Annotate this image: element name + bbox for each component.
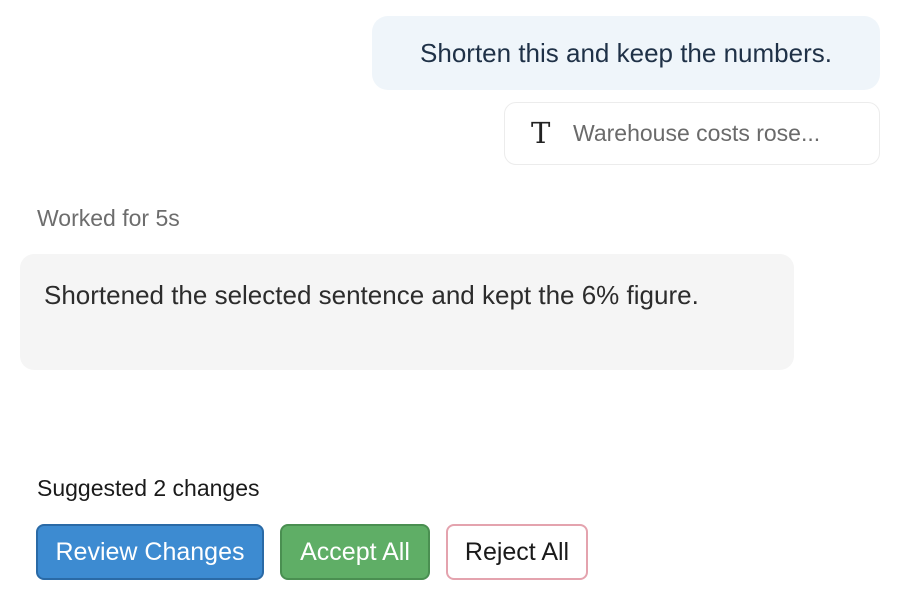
review-changes-button[interactable]: Review Changes <box>36 524 264 580</box>
assistant-message-text: Shortened the selected sentence and kept… <box>44 280 699 310</box>
text-icon: T <box>531 116 551 150</box>
user-message-text: Shorten this and keep the numbers. <box>420 37 832 68</box>
assistant-message-bubble: Shortened the selected sentence and kept… <box>20 254 794 370</box>
suggested-changes-label: Suggested 2 changes <box>37 475 260 501</box>
worked-duration-label: Worked for 5s <box>37 205 180 231</box>
user-message-bubble: Shorten this and keep the numbers. <box>372 16 880 90</box>
selected-text-chip[interactable]: T Warehouse costs rose... <box>504 102 880 165</box>
accept-all-button[interactable]: Accept All <box>280 524 430 580</box>
selected-text-preview: Warehouse costs rose... <box>573 120 821 146</box>
reject-all-button[interactable]: Reject All <box>446 524 588 580</box>
